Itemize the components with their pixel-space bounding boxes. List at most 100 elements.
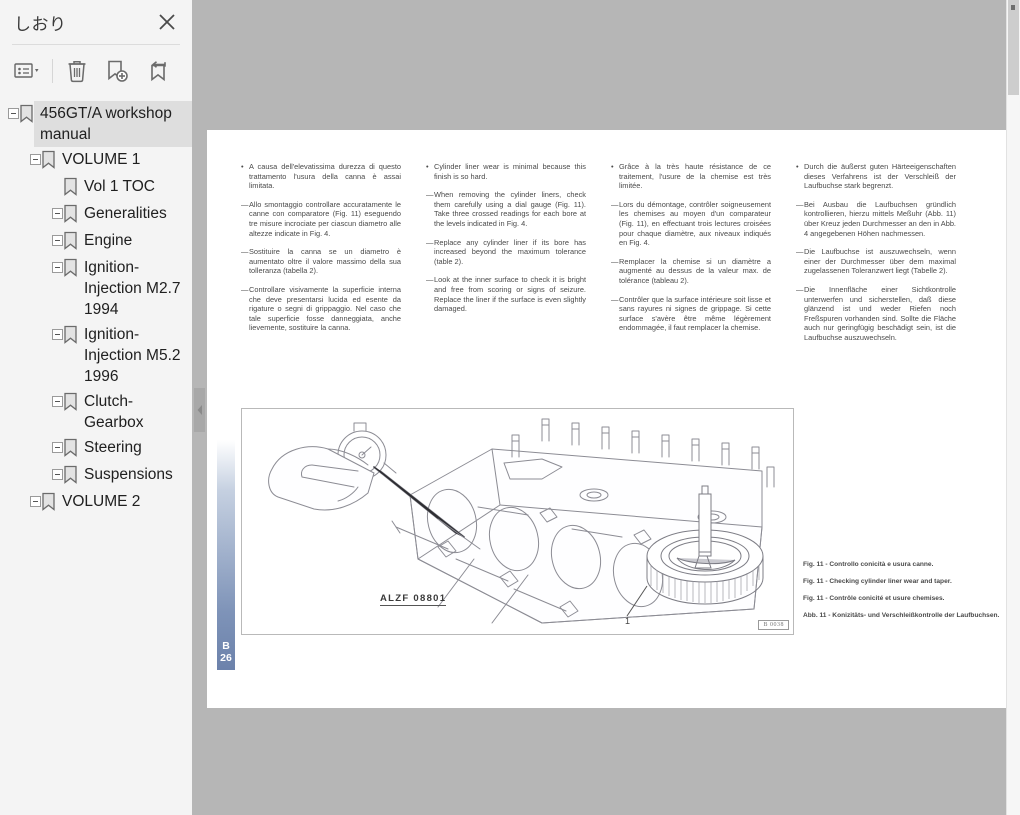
- tree-item-generalities[interactable]: Generalities: [0, 201, 192, 228]
- tree-item-label: 456GT/A workshop manual: [34, 101, 192, 147]
- paragraph-marker: —: [241, 284, 249, 294]
- vertical-scrollbar[interactable]: [1006, 0, 1020, 815]
- bookmark-icon: [63, 392, 78, 416]
- paragraph: — Contrôler que la surface intérieure soi…: [611, 295, 771, 333]
- figure-caption: Abb. 11 - Konizitäts- und Verschleißkont…: [803, 612, 1000, 619]
- document-page: B 26 • A causa dell'elevatissima durezza …: [207, 130, 1013, 708]
- paragraph: • Grâce à la très haute résistance de ce …: [611, 162, 771, 191]
- tree-item-label: Vol 1 TOC: [84, 178, 155, 195]
- text-column-fr: • Grâce à la très haute résistance de ce …: [611, 162, 771, 352]
- figure-caption: Fig. 11 - Checking cylinder liner wear a…: [803, 578, 952, 585]
- figure-captions: Fig. 11 - Controllo conicità e usura can…: [803, 560, 1003, 628]
- paragraph-marker: —: [611, 256, 619, 266]
- paragraph-marker: —: [796, 199, 804, 209]
- text-column-de: • Durch die äußerst guten Härteeigenschaf…: [796, 162, 956, 352]
- paragraph: — Look at the inner surface to check it i…: [426, 275, 586, 313]
- figure-code-label: ALZF 08801: [380, 593, 447, 606]
- tree-item-clutch-gearbox[interactable]: Clutch-Gearbox: [0, 389, 192, 435]
- paragraph-text: Controllare visivamente la superficie in…: [249, 284, 401, 333]
- tree-item-label: Clutch-Gearbox: [84, 393, 144, 431]
- paragraph-text: Contrôler que la surface intérieure soit…: [619, 294, 771, 333]
- page-index-tab: B 26: [217, 440, 235, 670]
- bookmark-plus-icon[interactable]: [97, 51, 137, 91]
- scrollbar-thumb[interactable]: [1008, 0, 1019, 95]
- paragraph-text: Look at the inner surface to check it is…: [434, 275, 586, 314]
- bookmark-icon: [41, 492, 56, 516]
- paragraph-text: Durch die äußerst guten Härteeigenschaft…: [804, 162, 956, 191]
- bookmark-toolbar: [0, 45, 192, 97]
- tree-item-label: VOLUME 1: [62, 151, 141, 168]
- paragraph: — Lors du démontage, contrôler soigneusem…: [611, 200, 771, 248]
- paragraph-text: Replace any cylinder liner if its bore h…: [434, 237, 586, 266]
- paragraph-marker: —: [426, 237, 434, 247]
- tree-item-label: Generalities: [84, 205, 167, 222]
- chevron-left-icon: [197, 405, 202, 415]
- tree-item-engine[interactable]: Engine: [0, 228, 192, 255]
- tree-item-ignition-injection-m2-7-1994[interactable]: Ignition-Injection M2.7 1994: [0, 255, 192, 322]
- expand-toggle[interactable]: [52, 208, 63, 219]
- paragraph-text: Lors du démontage, contrôler soigneuseme…: [619, 199, 771, 248]
- sidebar-title: しおり: [14, 14, 67, 35]
- document-viewer[interactable]: B 26 • A causa dell'elevatissima durezza …: [206, 0, 1020, 815]
- expand-toggle[interactable]: [52, 442, 63, 453]
- expand-toggle[interactable]: [52, 469, 63, 480]
- page-tab-letter: B: [222, 640, 230, 652]
- tree-item-ignition-injection-m5-2-1996[interactable]: Ignition-Injection M5.2 1996: [0, 322, 192, 389]
- paragraph: — Allo smontaggio controllare accuratamen…: [241, 200, 401, 238]
- tree-item-volume-2[interactable]: VOLUME 2: [0, 489, 192, 516]
- paragraph-marker: •: [796, 162, 799, 171]
- bookmark-options-dropdown[interactable]: [8, 51, 48, 91]
- paragraph-marker: •: [426, 162, 429, 171]
- bookmark-icon: [63, 177, 78, 201]
- collapse-sidebar-button[interactable]: [194, 388, 205, 432]
- paragraph: — Replace any cylinder liner if its bore …: [426, 238, 586, 267]
- paragraph-marker: —: [241, 247, 249, 257]
- toolbar-divider: [52, 59, 53, 83]
- figure-caption: Fig. 11 - Contrôle conicité et usure che…: [803, 595, 945, 602]
- bookmark-icon: [19, 104, 34, 128]
- expand-toggle[interactable]: [52, 396, 63, 407]
- bookmark-arrow-icon[interactable]: [137, 51, 177, 91]
- expand-toggle[interactable]: [8, 108, 19, 119]
- paragraph-marker: —: [241, 199, 249, 209]
- expand-toggle[interactable]: [52, 329, 63, 340]
- tree-item-volume-1[interactable]: VOLUME 1: [0, 147, 192, 174]
- paragraph-text: Grâce à la très haute résistance de ce t…: [619, 162, 771, 191]
- trash-icon[interactable]: [57, 51, 97, 91]
- paragraph-marker: —: [796, 247, 804, 257]
- tree-item-456gt-a-workshop-manual[interactable]: 456GT/A workshop manual: [0, 101, 192, 147]
- tree-item-vol-1-toc[interactable]: Vol 1 TOC: [0, 174, 192, 201]
- paragraph-text: Die Laufbuchse ist auszuwechseln, wenn e…: [804, 247, 956, 276]
- expand-toggle[interactable]: [30, 496, 41, 507]
- text-column-en: • Cylinder liner wear is minimal because …: [426, 162, 586, 352]
- expand-toggle[interactable]: [30, 154, 41, 165]
- close-icon[interactable]: [154, 9, 180, 35]
- paragraph-text: A causa dell'elevatissima durezza di que…: [249, 162, 401, 191]
- paragraph-marker: —: [611, 199, 619, 209]
- scrollbar-marker: [1011, 5, 1015, 10]
- paragraph-marker: —: [796, 284, 804, 294]
- pdf-viewer-window: しおり 456GT/A workshop manual VOLUME 1 Vol…: [0, 0, 1020, 815]
- paragraph-marker: —: [611, 294, 619, 304]
- paragraph-marker: —: [426, 190, 434, 200]
- svg-text:1: 1: [625, 616, 630, 626]
- paragraph: — Bei Ausbau die Laufbuchsen gründlich ko…: [796, 200, 956, 238]
- paragraph: — When removing the cylinder liners, chec…: [426, 190, 586, 228]
- tree-item-label: Ignition-Injection M5.2 1996: [84, 326, 181, 385]
- tree-item-steering[interactable]: Steering: [0, 435, 192, 462]
- paragraph: — Sostituire la canna se un diametro è au…: [241, 247, 401, 276]
- figure-stamp: B 0038: [758, 620, 789, 630]
- tree-item-label: Steering: [84, 439, 142, 456]
- paragraph-marker: •: [241, 162, 244, 171]
- tree-item-label: Suspensions: [84, 466, 173, 483]
- paragraph-marker: —: [426, 275, 434, 285]
- paragraph: — Remplacer la chemise si un diamètre a a…: [611, 257, 771, 286]
- paragraph-text: When removing the cylinder liners, check…: [434, 190, 586, 228]
- tree-item-suspensions[interactable]: Suspensions: [0, 462, 192, 489]
- figure-box: 1 ALZF 08801 B 0038: [241, 408, 794, 635]
- expand-toggle[interactable]: [52, 262, 63, 273]
- page-tab-number: 26: [220, 652, 232, 664]
- paragraph: • Durch die äußerst guten Härteeigenschaf…: [796, 162, 956, 191]
- expand-toggle[interactable]: [52, 235, 63, 246]
- paragraph-text: Cylinder liner wear is minimal because t…: [434, 162, 586, 181]
